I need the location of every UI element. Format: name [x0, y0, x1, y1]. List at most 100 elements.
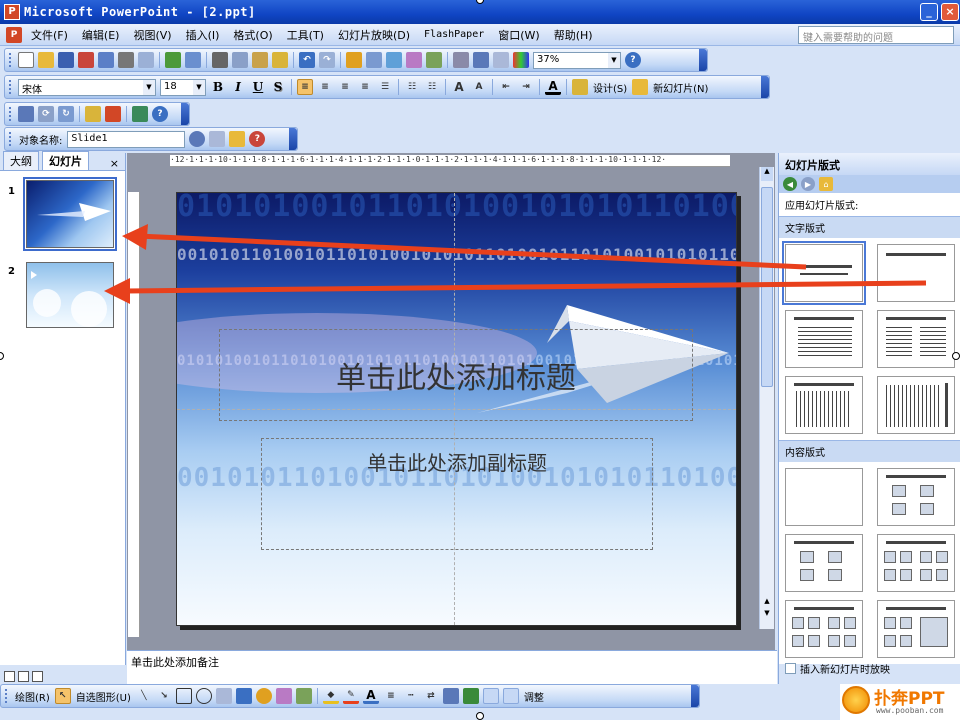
user-icon[interactable]	[132, 106, 148, 122]
toolbar-grip[interactable]	[9, 107, 12, 121]
line-style-icon[interactable]: ≡	[383, 688, 399, 704]
layout-two-column-text[interactable]	[877, 310, 955, 368]
oval-icon[interactable]	[195, 688, 212, 704]
object-name-input[interactable]: Slide1	[67, 130, 186, 148]
arrow-style-icon[interactable]: ⇄	[423, 688, 439, 704]
font-name-combo[interactable]: 宋体 ▼	[18, 78, 156, 96]
design-button[interactable]: 设计(S)	[590, 80, 630, 95]
decrease-font-icon[interactable]: A	[471, 79, 487, 95]
chevron-down-icon[interactable]: ▼	[143, 79, 155, 95]
layout-title-content[interactable]	[785, 534, 863, 592]
toolbar-options-icon[interactable]	[691, 685, 699, 707]
layout-title-two-content[interactable]	[877, 534, 955, 592]
bullets-icon[interactable]: ☷	[424, 79, 440, 95]
show-formatting-icon[interactable]	[473, 52, 489, 68]
permission-icon[interactable]	[78, 52, 94, 68]
layout-vertical-title-text[interactable]	[877, 376, 955, 434]
font-size-combo[interactable]: 18 ▼	[160, 78, 206, 96]
chevron-down-icon[interactable]: ▼	[608, 52, 620, 68]
insert-picture-icon[interactable]	[406, 52, 422, 68]
help-search-input[interactable]: 键入需要帮助的问题	[798, 26, 954, 44]
slideshow-view-icon[interactable]	[32, 670, 43, 682]
tables-borders-icon[interactable]	[386, 52, 402, 68]
menu-flashpaper[interactable]: FlashPaper	[417, 29, 491, 40]
align-right-icon[interactable]: ≡	[337, 79, 353, 95]
fill-color-icon[interactable]: ◆	[322, 688, 339, 704]
menu-file[interactable]: 文件(F)	[24, 27, 75, 43]
rectangle-icon[interactable]	[175, 688, 192, 704]
line-color-icon[interactable]: ✎	[342, 688, 359, 704]
numbering-icon[interactable]: ☷	[404, 79, 420, 95]
scrollbar-thumb[interactable]	[761, 187, 773, 387]
checkbox-box[interactable]	[785, 663, 796, 674]
normal-view-icon[interactable]	[4, 670, 15, 682]
menu-help[interactable]: 帮助(H)	[547, 27, 600, 43]
cut-icon[interactable]	[212, 52, 228, 68]
refresh-icon[interactable]: ↻	[58, 106, 74, 122]
new-slide-button[interactable]: 新幻灯片(N)	[650, 80, 711, 95]
3d-style-icon[interactable]	[462, 688, 479, 704]
close-button[interactable]: ×	[941, 3, 959, 21]
toolbar-options-icon[interactable]	[181, 103, 189, 125]
font-color-icon[interactable]: A	[362, 688, 379, 704]
adjust-icon[interactable]	[502, 688, 519, 704]
vertical-ruler[interactable]	[128, 192, 140, 637]
object-help-icon[interactable]: ?	[249, 131, 266, 147]
show-on-insert-checkbox[interactable]: 插入新幻灯片时放映	[785, 661, 890, 676]
task-pane-title[interactable]: 幻灯片版式	[779, 153, 960, 175]
layout-title-2-content-content[interactable]	[877, 600, 955, 658]
diagram-icon[interactable]	[255, 688, 272, 704]
spelling-icon[interactable]	[165, 52, 181, 68]
object-link-icon[interactable]	[209, 131, 226, 147]
next-slide-icon[interactable]: ▼	[761, 609, 773, 619]
tab-outline[interactable]: 大纲	[3, 151, 39, 170]
copy-icon[interactable]	[232, 52, 248, 68]
resize-handle[interactable]	[476, 712, 484, 720]
help-icon[interactable]: ?	[152, 106, 168, 122]
toolbar-grip[interactable]	[9, 53, 12, 67]
menu-tools[interactable]: 工具(T)	[280, 27, 331, 43]
minimize-button[interactable]: _	[920, 3, 938, 21]
align-center-icon[interactable]: ≡	[317, 79, 333, 95]
font-color-icon[interactable]: A	[545, 79, 561, 95]
flash-icon[interactable]	[105, 106, 121, 122]
decrease-indent-icon[interactable]: ⇤	[498, 79, 514, 95]
autoshapes-button[interactable]: 自选图形(U)	[73, 689, 134, 704]
notes-pane[interactable]: 单击此处添加备注	[127, 650, 777, 684]
menu-edit[interactable]: 编辑(E)	[75, 27, 127, 43]
arrow-icon[interactable]: ↘	[156, 688, 172, 704]
forward-icon[interactable]: ▶	[801, 177, 815, 191]
chevron-down-icon[interactable]: ▼	[193, 79, 205, 95]
zoom-combo[interactable]: 37% ▼	[533, 51, 621, 69]
edit-icon[interactable]	[85, 106, 101, 122]
slide-sorter-icon[interactable]	[18, 670, 29, 682]
help-icon[interactable]: ?	[625, 52, 641, 68]
menu-view[interactable]: 视图(V)	[126, 27, 178, 43]
hyperlink-icon[interactable]	[426, 52, 442, 68]
layout-blank[interactable]	[785, 468, 863, 526]
increase-indent-icon[interactable]: ⇥	[518, 79, 534, 95]
sync-icon[interactable]: ⟳	[38, 106, 54, 122]
layout-content[interactable]	[877, 468, 955, 526]
redo-icon[interactable]: ↷	[319, 52, 335, 68]
save-icon[interactable]	[58, 52, 74, 68]
underline-button[interactable]: U	[249, 78, 267, 96]
draw-menu-button[interactable]: 绘图(R)	[12, 689, 53, 704]
subtitle-placeholder[interactable]: 单击此处添加副标题	[261, 438, 653, 550]
increase-font-icon[interactable]: A	[451, 79, 467, 95]
picture-icon[interactable]	[295, 688, 312, 704]
print-preview-icon[interactable]	[138, 52, 154, 68]
format-painter-icon[interactable]	[272, 52, 288, 68]
horizontal-ruler[interactable]: ·12·1·1·1·10·1·1·1·8·1·1·1·6·1·1·1·4·1·1…	[170, 155, 730, 167]
paste-icon[interactable]	[252, 52, 268, 68]
menu-window[interactable]: 窗口(W)	[491, 27, 546, 43]
previous-slide-icon[interactable]: ▲	[761, 597, 773, 607]
print-icon[interactable]	[118, 52, 134, 68]
layout-vertical-text[interactable]	[785, 376, 863, 434]
layout-title-text[interactable]	[785, 310, 863, 368]
toolbar-grip[interactable]	[9, 80, 12, 94]
back-icon[interactable]: ◀	[783, 177, 797, 191]
email-icon[interactable]	[98, 52, 114, 68]
toolbar-options-icon[interactable]	[289, 128, 297, 150]
research-icon[interactable]	[185, 52, 201, 68]
